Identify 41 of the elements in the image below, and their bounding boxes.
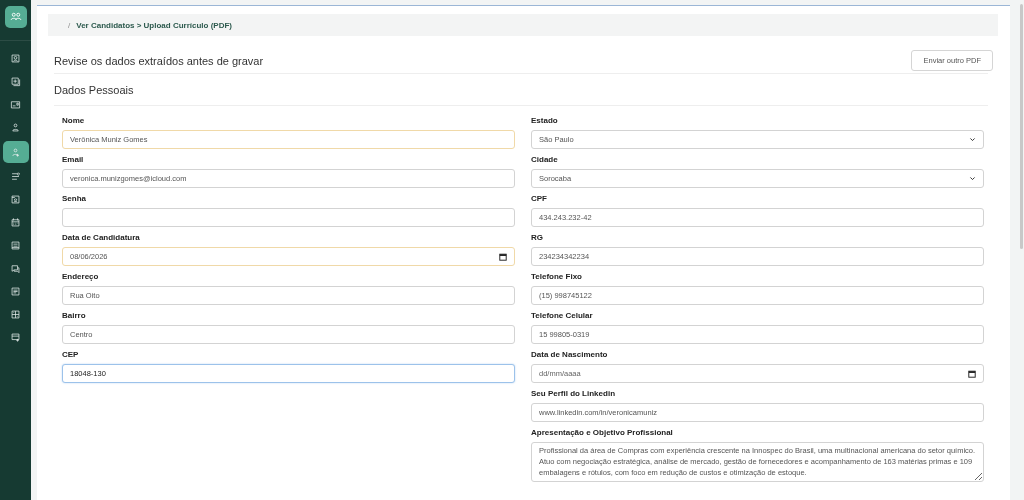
section-title: Dados Pessoais — [54, 73, 988, 106]
field-label: Data de Nascimento — [531, 350, 609, 359]
menu-item-icon — [10, 217, 21, 228]
field-label: RG — [531, 233, 544, 242]
scrollbar[interactable] — [1020, 4, 1023, 249]
field-label: Bairro — [62, 311, 87, 320]
field-label: Data de Candidatura — [62, 233, 141, 242]
menu-item-icon — [10, 171, 21, 182]
breadcrumb-separator: / — [68, 20, 71, 30]
menu-item-icon — [10, 332, 21, 343]
menu-item-icon — [10, 309, 21, 320]
field-label: Telefone Fixo — [531, 272, 583, 281]
menu-item-icon — [10, 286, 21, 297]
menu-item-icon — [10, 146, 21, 158]
field-label: Endereço — [62, 272, 100, 281]
field-label: Nome — [62, 116, 86, 125]
field-label: Senha — [62, 194, 87, 203]
field-label: Seu Perfil do Linkedin — [531, 389, 616, 398]
calendar-icon[interactable] — [968, 369, 976, 378]
menu-item-icon — [10, 194, 21, 205]
text-field[interactable] — [62, 208, 515, 227]
menu-item-icon — [10, 99, 21, 110]
field-label: CEP — [62, 350, 80, 359]
menu-item-icon — [10, 76, 21, 87]
calendar-icon[interactable] — [499, 252, 507, 261]
field-label: CPF — [531, 194, 548, 203]
field-label: Cidade — [531, 155, 559, 164]
page-title: Revise os dados extraídos antes de gravar — [54, 54, 264, 67]
menu-item-icon — [10, 53, 21, 64]
menu-item-icon — [10, 263, 21, 274]
chevron-down-icon — [969, 136, 976, 143]
chevron-down-icon — [969, 175, 976, 182]
field-label: Apresentação e Objetivo Profissional — [531, 428, 674, 437]
menu-item-icon — [10, 240, 21, 251]
people-logo-icon[interactable] — [4, 6, 27, 28]
field-label: Estado — [531, 116, 559, 125]
field-label: Telefone Celular — [531, 311, 594, 320]
field-label: Email — [62, 155, 85, 164]
menu-item-icon — [10, 122, 21, 133]
breadcrumb-link[interactable]: Ver Candidatos > Upload Currículo (PDF) — [76, 20, 233, 30]
sidebar-item[interactable] — [2, 141, 29, 163]
